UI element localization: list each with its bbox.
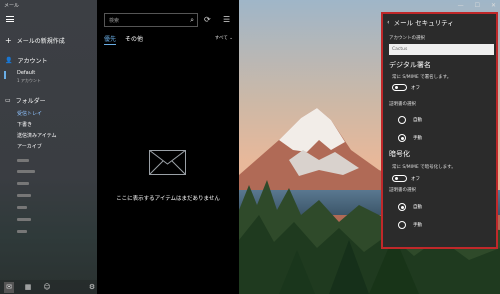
filter-label: すべて — [214, 36, 228, 41]
search-placeholder: 検索 — [109, 18, 120, 24]
selection-mode-icon[interactable]: ☰ — [223, 15, 230, 24]
panel-header: ‹ メール セキュリティ — [387, 17, 454, 27]
maximize-button[interactable]: ☐ — [475, 2, 480, 9]
mail-icon[interactable]: ✉ — [4, 281, 14, 293]
account-dropdown[interactable]: Cactus — [389, 44, 494, 55]
navigation-pane: メール + メールの新規作成 👤 アカウント Default 1 アカウント ▭… — [0, 0, 97, 294]
account-selected-indicator — [4, 71, 6, 79]
encryption-toggle[interactable] — [392, 175, 407, 182]
blurred-folder[interactable] — [17, 170, 35, 173]
signing-radio-manual-label: 手動 — [413, 136, 422, 141]
folder-sent[interactable]: 送信済みアイテム — [17, 132, 57, 139]
signing-heading: デジタル署名 — [389, 61, 431, 69]
folder-drafts[interactable]: 下書き — [17, 121, 32, 128]
empty-list-message: ここに表示するアイテムはまだありません — [116, 196, 220, 202]
folder-inbox[interactable]: 受信トレイ — [17, 110, 42, 117]
settings-icon[interactable]: ⚙ — [87, 282, 97, 293]
mail-security-panel: ‹ メール セキュリティ アカウントの選択 Cactus デジタル署名 常に S… — [381, 12, 498, 249]
signing-toggle[interactable] — [392, 84, 407, 91]
blurred-folder[interactable] — [17, 230, 27, 233]
people-icon[interactable]: ☺ — [42, 282, 52, 293]
new-mail-label: メールの新規作成 — [16, 38, 65, 45]
new-mail-button[interactable]: + メールの新規作成 — [5, 36, 65, 45]
blurred-folder[interactable] — [17, 159, 29, 162]
signing-toggle-label: オフ — [411, 86, 420, 91]
person-icon: 👤 — [5, 57, 13, 64]
folders-label: フォルダー — [15, 98, 46, 105]
accounts-label: アカウント — [17, 58, 48, 65]
app-title: メール — [4, 3, 20, 9]
search-icon[interactable]: ⌕ — [190, 16, 194, 25]
signing-cert-label: 証明書の選択 — [389, 102, 416, 107]
signing-radio-manual[interactable] — [398, 134, 406, 142]
inbox-tabs: 優先 その他 — [104, 34, 143, 45]
encryption-radio-manual-label: 手動 — [413, 223, 422, 228]
plus-icon: + — [5, 36, 12, 45]
back-arrow-icon[interactable]: ‹ — [387, 18, 390, 26]
filter-dropdown[interactable]: すべて ⌄ — [215, 35, 233, 41]
encryption-cert-label: 証明書の選択 — [389, 188, 416, 193]
encryption-radio-auto[interactable] — [398, 203, 406, 211]
account-name[interactable]: Default — [17, 70, 35, 76]
encryption-heading: 暗号化 — [389, 150, 410, 158]
folder-archive[interactable]: アーカイブ — [17, 143, 42, 150]
account-select-label: アカウントの選択 — [389, 36, 425, 41]
window-controls: — ☐ ✕ — [458, 2, 496, 9]
signing-radio-auto[interactable] — [398, 116, 406, 124]
account-dropdown-value: Cactus — [392, 47, 408, 52]
search-input[interactable]: 検索 ⌕ — [104, 13, 198, 27]
blurred-folder[interactable] — [17, 218, 31, 221]
encryption-always-label: 常に S/MIME で暗号化します。 — [392, 165, 456, 170]
chevron-down-icon: ⌄ — [229, 36, 233, 41]
nav-bottom-bar: ✉ ▦ ☺ ⚙ — [0, 280, 97, 294]
encryption-radio-manual[interactable] — [398, 221, 406, 229]
folder-icon: ▭ — [5, 97, 11, 104]
signing-always-label: 常に S/MIME で署名します。 — [392, 75, 452, 80]
encryption-toggle-label: オフ — [411, 177, 420, 182]
folders-header[interactable]: ▭ フォルダー — [5, 96, 46, 105]
empty-envelope-icon — [149, 150, 186, 175]
tab-focused[interactable]: 優先 — [104, 34, 117, 45]
sync-icon[interactable]: ⟳ — [204, 15, 211, 24]
panel-title: メール セキュリティ — [393, 19, 454, 27]
minimize-button[interactable]: — — [458, 2, 464, 9]
message-list-pane: 検索 ⌕ ⟳ ☰ 優先 その他 すべて ⌄ ここに表示するアイテムはまだありませ… — [97, 0, 239, 294]
tab-other[interactable]: その他 — [125, 34, 143, 45]
encryption-radio-auto-label: 自動 — [413, 205, 422, 210]
blurred-folder[interactable] — [17, 194, 31, 197]
blurred-folder[interactable] — [17, 206, 27, 209]
account-count: 1 アカウント — [17, 78, 41, 83]
blurred-folder[interactable] — [17, 182, 29, 185]
calendar-icon[interactable]: ▦ — [23, 282, 33, 293]
hamburger-icon[interactable] — [6, 16, 14, 22]
mail-app-window: メール + メールの新規作成 👤 アカウント Default 1 アカウント ▭… — [0, 0, 500, 294]
close-button[interactable]: ✕ — [491, 2, 496, 9]
accounts-header[interactable]: 👤 アカウント — [5, 56, 48, 65]
signing-radio-auto-label: 自動 — [413, 118, 422, 123]
